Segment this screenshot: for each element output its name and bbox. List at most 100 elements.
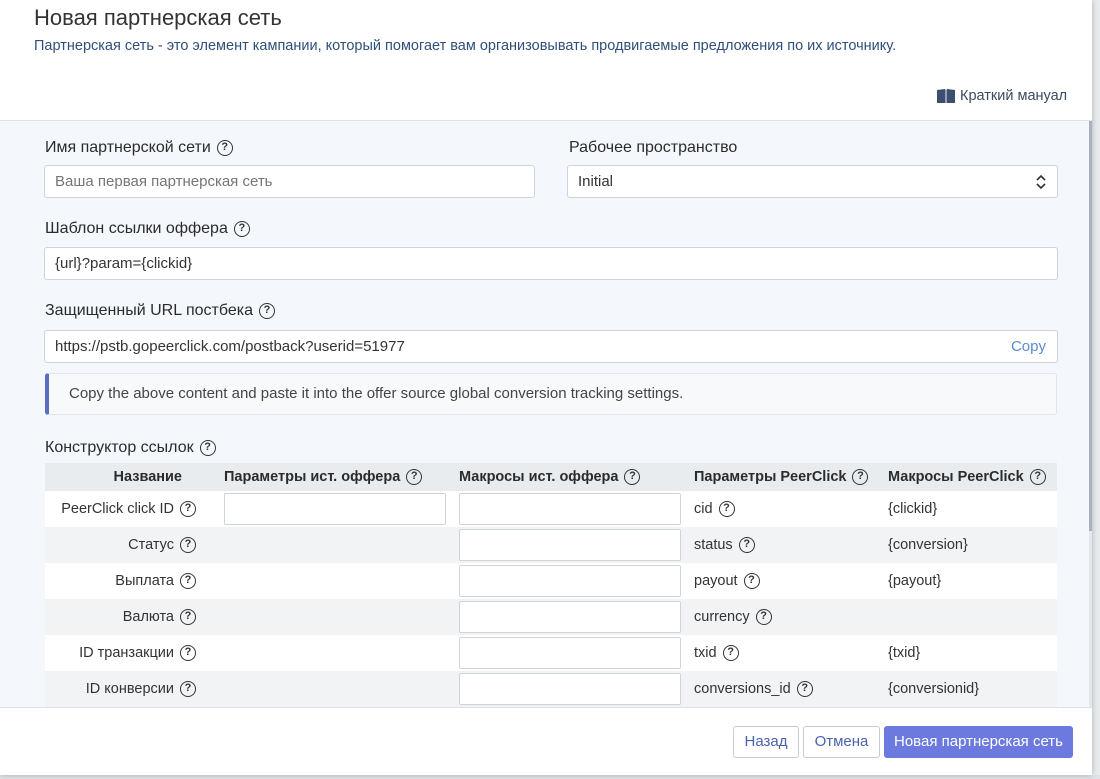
help-icon[interactable]: ? xyxy=(852,469,869,485)
peerclick-param-cell: status? xyxy=(686,527,880,563)
offer-param-cell xyxy=(216,563,451,599)
help-icon[interactable]: ? xyxy=(738,537,755,553)
copy-button[interactable]: Copy xyxy=(1011,331,1046,362)
body-scrollbar[interactable] xyxy=(1089,121,1092,707)
peerclick-param-text: currency xyxy=(694,609,750,625)
new-network-modal: Новая партнерская сеть Партнерская сеть … xyxy=(0,0,1092,775)
help-icon[interactable]: ? xyxy=(180,501,196,517)
postback-url-field[interactable]: https://pstb.gopeerclick.com/postback?us… xyxy=(44,330,1058,363)
manual-link-label: Краткий мануал xyxy=(960,88,1068,104)
help-icon[interactable]: ? xyxy=(180,573,196,589)
offer-macro-cell xyxy=(451,491,686,527)
peerclick-param-text: payout xyxy=(694,573,738,589)
offer-macro-cell xyxy=(451,671,686,707)
help-icon[interactable]: ? xyxy=(406,469,423,485)
peerclick-macro-cell: {clickid} xyxy=(880,491,1057,527)
row-name-text: Статус xyxy=(128,537,174,553)
help-icon[interactable]: ? xyxy=(796,681,813,697)
offer-macro-cell xyxy=(451,635,686,671)
peerclick-macro-cell xyxy=(880,599,1057,635)
network-name-label: Имя партнерской сети ? xyxy=(45,139,233,157)
workspace-label-text: Рабочее пространство xyxy=(569,139,738,156)
row-name: PeerClick click ID? xyxy=(45,491,216,527)
offer-macro-cell xyxy=(451,599,686,635)
help-icon[interactable]: ? xyxy=(258,303,275,319)
modal-header: Новая партнерская сеть Партнерская сеть … xyxy=(0,0,1092,121)
offer-param-cell xyxy=(216,599,451,635)
offer-param-input[interactable] xyxy=(224,493,446,525)
link-builder-table: Название Параметры ист. оффера? Макросы … xyxy=(45,463,1057,707)
network-name-input[interactable] xyxy=(44,165,535,198)
peerclick-param-cell: cid? xyxy=(686,491,880,527)
back-button[interactable]: Назад xyxy=(733,726,799,758)
peerclick-macro-cell: {payout} xyxy=(880,563,1057,599)
table-row: Валюта? currency? xyxy=(45,599,1057,635)
help-icon[interactable]: ? xyxy=(216,140,233,156)
peerclick-macro-cell: {txid} xyxy=(880,635,1057,671)
offer-param-cell xyxy=(216,635,451,671)
offer-macro-cell xyxy=(451,563,686,599)
row-name: Выплата? xyxy=(45,563,216,599)
col-header-offer-params: Параметры ист. оффера? xyxy=(216,463,451,491)
workspace-label: Рабочее пространство xyxy=(569,139,737,157)
table-row: ID конверсии? conversions_id? {conversio… xyxy=(45,671,1057,707)
help-icon[interactable]: ? xyxy=(180,645,196,661)
col-header-offer-macros: Макросы ист. оффера? xyxy=(451,463,686,491)
row-name-text: ID транзакции xyxy=(79,645,174,661)
offer-macro-input[interactable] xyxy=(459,493,681,525)
help-icon[interactable]: ? xyxy=(755,609,772,625)
row-name: ID транзакции? xyxy=(45,635,216,671)
select-arrows-icon xyxy=(1036,174,1046,190)
offer-template-label: Шаблон ссылки оффера ? xyxy=(45,220,250,238)
offer-param-cell xyxy=(216,491,451,527)
offer-macro-input[interactable] xyxy=(459,529,681,561)
offer-macro-input[interactable] xyxy=(459,565,681,597)
offer-template-input[interactable]: {url}?param={clickid} xyxy=(44,247,1058,280)
row-name-text: ID конверсии xyxy=(85,681,174,697)
help-icon[interactable]: ? xyxy=(199,440,216,456)
help-icon[interactable]: ? xyxy=(718,501,735,517)
offer-macro-input[interactable] xyxy=(459,673,681,705)
row-name-text: Выплата xyxy=(115,573,174,589)
col-header-offer-params-text: Параметры ист. оффера xyxy=(224,469,401,485)
help-icon[interactable]: ? xyxy=(624,469,641,485)
help-icon[interactable]: ? xyxy=(180,609,196,625)
workspace-select-value: Initial xyxy=(578,173,614,190)
info-callout: Copy the above content and paste it into… xyxy=(45,373,1057,415)
peerclick-macro-cell: {conversionid} xyxy=(880,671,1057,707)
offer-param-cell xyxy=(216,671,451,707)
table-row: ID транзакции? txid? {txid} xyxy=(45,635,1057,671)
peerclick-macro-cell: {conversion} xyxy=(880,527,1057,563)
help-icon[interactable]: ? xyxy=(180,681,196,697)
col-header-peerclick-params: Параметры PeerClick? xyxy=(686,463,880,491)
postback-label: Защищенный URL постбека ? xyxy=(45,302,275,320)
modal-body: Имя партнерской сети ? Рабочее пространс… xyxy=(0,121,1092,707)
offer-macro-input[interactable] xyxy=(459,601,681,633)
create-network-button[interactable]: Новая партнерская сеть xyxy=(884,726,1073,758)
peerclick-param-text: status xyxy=(694,537,733,553)
scrollbar-thumb[interactable] xyxy=(1089,121,1092,531)
postback-url-value: https://pstb.gopeerclick.com/postback?us… xyxy=(55,338,405,355)
table-row: Статус? status? {conversion} xyxy=(45,527,1057,563)
background-page-bottom xyxy=(0,775,1100,779)
workspace-select[interactable]: Initial xyxy=(567,165,1058,198)
col-header-peerclick-macros-text: Макросы PeerClick xyxy=(888,469,1024,485)
link-builder-label: Конструктор ссылок ? xyxy=(45,439,216,457)
network-name-label-text: Имя партнерской сети xyxy=(45,139,211,156)
cancel-button[interactable]: Отмена xyxy=(803,726,880,758)
manual-link[interactable]: Краткий мануал xyxy=(936,88,1067,104)
table-header-row: Название Параметры ист. оффера? Макросы … xyxy=(45,463,1057,491)
offer-macro-input[interactable] xyxy=(459,637,681,669)
help-icon[interactable]: ? xyxy=(743,573,760,589)
col-header-name: Название xyxy=(45,463,216,491)
help-icon[interactable]: ? xyxy=(233,221,250,237)
help-icon[interactable]: ? xyxy=(1029,469,1046,485)
help-icon[interactable]: ? xyxy=(180,537,196,553)
link-builder-title: Конструктор ссылок xyxy=(45,439,194,456)
help-icon[interactable]: ? xyxy=(722,645,739,661)
offer-template-label-text: Шаблон ссылки оффера xyxy=(45,220,228,237)
modal-title: Новая партнерская сеть xyxy=(34,5,282,30)
row-name-text: PeerClick click ID xyxy=(61,501,174,517)
row-name: ID конверсии? xyxy=(45,671,216,707)
background-page xyxy=(1092,0,1100,779)
